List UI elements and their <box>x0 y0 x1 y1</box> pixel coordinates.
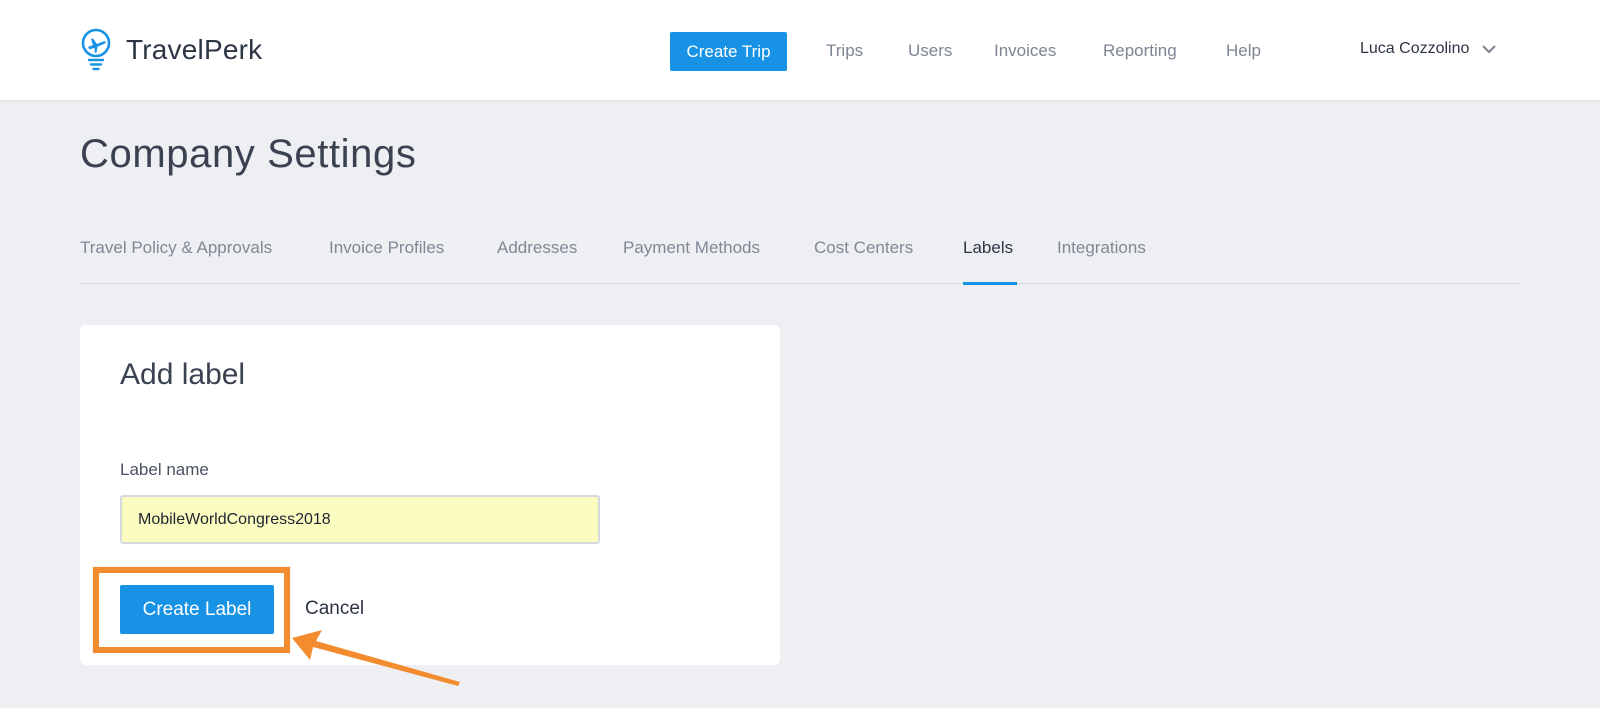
settings-tabs: Travel Policy & Approvals Invoice Profil… <box>80 234 1520 285</box>
tab-label: Payment Methods <box>623 238 761 257</box>
tab-invoice-profiles[interactable]: Invoice Profiles <box>329 238 444 284</box>
nav-reporting[interactable]: Reporting <box>1103 41 1177 61</box>
user-menu[interactable]: Luca Cozzolino <box>1360 40 1497 58</box>
active-tab-indicator <box>963 282 1017 285</box>
nav-invoices[interactable]: Invoices <box>994 41 1056 61</box>
tab-label: Addresses <box>497 238 578 257</box>
nav-users[interactable]: Users <box>908 41 952 61</box>
brand-name: TravelPerk <box>126 34 263 65</box>
nav-trips[interactable]: Trips <box>826 41 863 61</box>
cancel-button[interactable]: Cancel <box>305 598 364 620</box>
tab-labels[interactable]: Labels <box>963 238 1017 285</box>
highlight-box <box>93 567 290 653</box>
chevron-down-icon <box>1482 45 1497 54</box>
page-title: Company Settings <box>80 132 417 176</box>
tab-label: Cost Centers <box>814 238 914 257</box>
tab-integrations[interactable]: Integrations <box>1057 238 1146 284</box>
top-navigation-bar: TravelPerk Create Trip Trips Users Invoi… <box>0 0 1600 100</box>
card-title: Add label <box>120 358 246 391</box>
label-name-label: Label name <box>120 460 209 479</box>
tab-cost-centers[interactable]: Cost Centers <box>814 238 913 284</box>
nav-help[interactable]: Help <box>1226 41 1261 61</box>
user-name: Luca Cozzolino <box>1360 40 1470 57</box>
tab-payment-methods[interactable]: Payment Methods <box>623 238 760 284</box>
airplane-globe-icon <box>81 28 111 71</box>
tab-label: Travel Policy & Approvals <box>80 238 273 257</box>
logo[interactable]: TravelPerk <box>80 28 262 72</box>
tab-label: Labels <box>963 238 1014 257</box>
tab-travel-policy[interactable]: Travel Policy & Approvals <box>80 238 272 284</box>
tab-label: Invoice Profiles <box>329 238 445 257</box>
create-trip-button[interactable]: Create Trip <box>670 32 787 71</box>
tab-label: Integrations <box>1057 238 1146 257</box>
tab-addresses[interactable]: Addresses <box>497 238 577 284</box>
label-name-input[interactable] <box>120 495 600 544</box>
arrow-icon <box>292 630 460 686</box>
